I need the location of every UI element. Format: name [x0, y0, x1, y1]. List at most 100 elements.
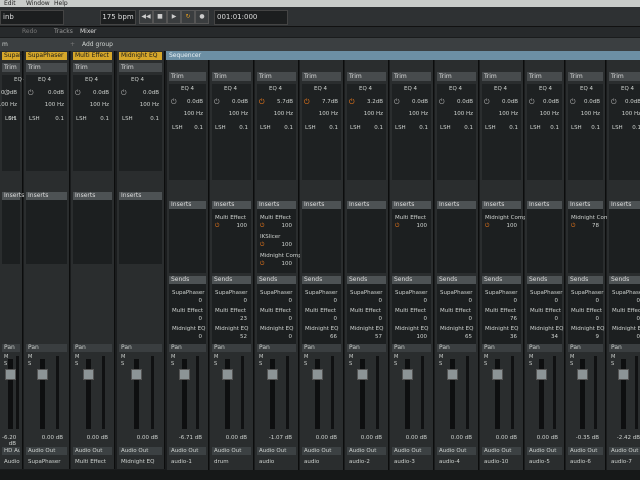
eq-shape[interactable]: LSH	[172, 125, 183, 131]
inserts-header[interactable]: Inserts	[437, 201, 476, 209]
eq-freq[interactable]: 100 Hz	[319, 111, 338, 117]
inserts-header[interactable]: Inserts	[609, 201, 640, 209]
eq-gain[interactable]: 0.0dB	[625, 99, 640, 105]
solo-button[interactable]: S	[529, 361, 532, 367]
send-value[interactable]: 0	[637, 298, 640, 304]
tab-tracks[interactable]: Tracks	[54, 27, 73, 37]
trim-label[interactable]: Trim	[527, 72, 562, 81]
pan-control[interactable]: Pan	[437, 344, 476, 352]
plus-icon[interactable]: +	[70, 38, 75, 51]
eq-gain[interactable]: 0.0dB	[187, 99, 203, 105]
sends-header[interactable]: Sends	[609, 276, 640, 284]
pan-control[interactable]: Pan	[212, 344, 251, 352]
power-icon[interactable]: ⏻	[75, 89, 81, 98]
fader-handle[interactable]	[83, 369, 94, 380]
inserts-header[interactable]: Inserts	[73, 192, 112, 200]
mute-button[interactable]: M	[75, 354, 79, 360]
send-value[interactable]: 0	[199, 334, 203, 340]
output-select[interactable]: Audio Out	[119, 447, 162, 455]
tab-mixer[interactable]: Mixer	[80, 27, 96, 37]
eq-q[interactable]: 0.1	[591, 125, 600, 131]
fader-handle[interactable]	[536, 369, 547, 380]
track-name[interactable]: audio-7	[609, 458, 640, 466]
fader-handle[interactable]	[179, 369, 190, 380]
eq-section[interactable]: EQ 4 ⏻ 0.0dB 100 Hz LSH 0.1	[73, 75, 112, 171]
trim-label[interactable]: Trim	[26, 63, 67, 72]
eq-gain[interactable]: 0.0dB	[457, 99, 473, 105]
sends-header[interactable]: Sends	[169, 276, 206, 284]
eq-q[interactable]: 0.1	[8, 116, 17, 122]
send-name[interactable]: SupaPhaser	[395, 290, 428, 296]
power-icon[interactable]: ⏻	[484, 98, 490, 107]
output-select[interactable]: Audio Out	[527, 447, 562, 455]
send-value[interactable]: 66	[330, 334, 337, 340]
pan-control[interactable]: Pan	[2, 344, 20, 352]
eq-freq[interactable]: 100 Hz	[0, 102, 17, 108]
eq-freq[interactable]: 100 Hz	[140, 102, 159, 108]
power-icon[interactable]: ⏻	[304, 98, 310, 107]
solo-button[interactable]: S	[214, 361, 217, 367]
power-icon[interactable]: ⏻	[485, 223, 489, 230]
eq-shape[interactable]: LSH	[440, 125, 451, 131]
trim-label[interactable]: Trim	[482, 72, 521, 81]
eq-q[interactable]: 0.1	[632, 125, 640, 131]
mute-button[interactable]: M	[570, 354, 574, 360]
track-name[interactable]: audio-3	[392, 458, 431, 466]
send-value[interactable]: 0	[379, 316, 383, 322]
inserts-header[interactable]: Inserts	[302, 201, 341, 209]
eq-shape[interactable]: LSH	[485, 125, 496, 131]
power-icon[interactable]: ⏻	[349, 98, 355, 107]
solo-button[interactable]: S	[611, 361, 614, 367]
power-icon[interactable]: ⏻	[215, 223, 219, 230]
trim-label[interactable]: Trim	[609, 72, 640, 81]
loop-icon[interactable]: ↻	[181, 10, 195, 24]
eq-shape[interactable]: LSH	[612, 125, 623, 131]
solo-button[interactable]: S	[304, 361, 307, 367]
track-name[interactable]: drum	[212, 458, 251, 466]
eq-q[interactable]: 0.1	[55, 116, 64, 122]
send-name[interactable]: SupaPhaser	[571, 290, 604, 296]
fader-handle[interactable]	[447, 369, 458, 380]
inserts-header[interactable]: Inserts	[2, 192, 24, 200]
eq-freq[interactable]: 100 Hz	[229, 111, 248, 117]
insert-value[interactable]: 78	[592, 223, 599, 229]
solo-button[interactable]: S	[570, 361, 573, 367]
trim-label[interactable]: Trim	[73, 63, 112, 72]
insert-value[interactable]: 100	[507, 223, 518, 229]
send-name[interactable]: SupaPhaser	[260, 290, 293, 296]
track-name[interactable]: audio-6	[568, 458, 603, 466]
mute-button[interactable]: M	[349, 354, 353, 360]
pan-control[interactable]: Pan	[568, 344, 603, 352]
eq-shape[interactable]: LSH	[215, 125, 226, 131]
eq-freq[interactable]: 100 Hz	[45, 102, 64, 108]
inserts-header[interactable]: Inserts	[527, 201, 562, 209]
send-value[interactable]: 100	[417, 334, 428, 340]
pan-control[interactable]: Pan	[302, 344, 341, 352]
eq-section[interactable]: EQ 4 ⏻ 0.0dB 100 Hz LSH 0.1	[437, 84, 476, 180]
trim-label[interactable]: Trim	[169, 72, 206, 81]
eq-shape[interactable]: LSH	[29, 116, 40, 122]
insert-name[interactable]: Multi Effect	[395, 215, 426, 221]
mute-button[interactable]: M	[611, 354, 615, 360]
fader-handle[interactable]	[5, 369, 16, 380]
pan-control[interactable]: Pan	[527, 344, 562, 352]
eq-gain[interactable]: 3.2dB	[367, 99, 383, 105]
trim-label[interactable]: Trim	[257, 72, 296, 81]
send-value[interactable]: 0	[596, 298, 600, 304]
fader-handle[interactable]	[577, 369, 588, 380]
inserts-header[interactable]: Inserts	[212, 201, 251, 209]
eq-section[interactable]: EQ 4 ⏻ 0.0dB 100 Hz LSH 0.1	[482, 84, 521, 180]
send-value[interactable]: 0	[637, 316, 640, 322]
fader-handle[interactable]	[492, 369, 503, 380]
send-name[interactable]: Midnight EQ	[485, 326, 518, 332]
eq-freq[interactable]: 100 Hz	[499, 111, 518, 117]
send-value[interactable]: 0	[199, 298, 203, 304]
eq-section[interactable]: EQ 4 ⏻ 0.0dB 100 Hz LSH 0.1	[26, 75, 67, 171]
fader-handle[interactable]	[37, 369, 48, 380]
eq-shape[interactable]: LSH	[122, 116, 133, 122]
inserts-header[interactable]: Inserts	[482, 201, 521, 209]
eq-q[interactable]: 0.1	[284, 125, 293, 131]
power-icon[interactable]: ⏻	[570, 98, 576, 107]
strip-name[interactable]: SupaPhaser	[26, 52, 67, 60]
trim-label[interactable]: Trim	[302, 72, 341, 81]
